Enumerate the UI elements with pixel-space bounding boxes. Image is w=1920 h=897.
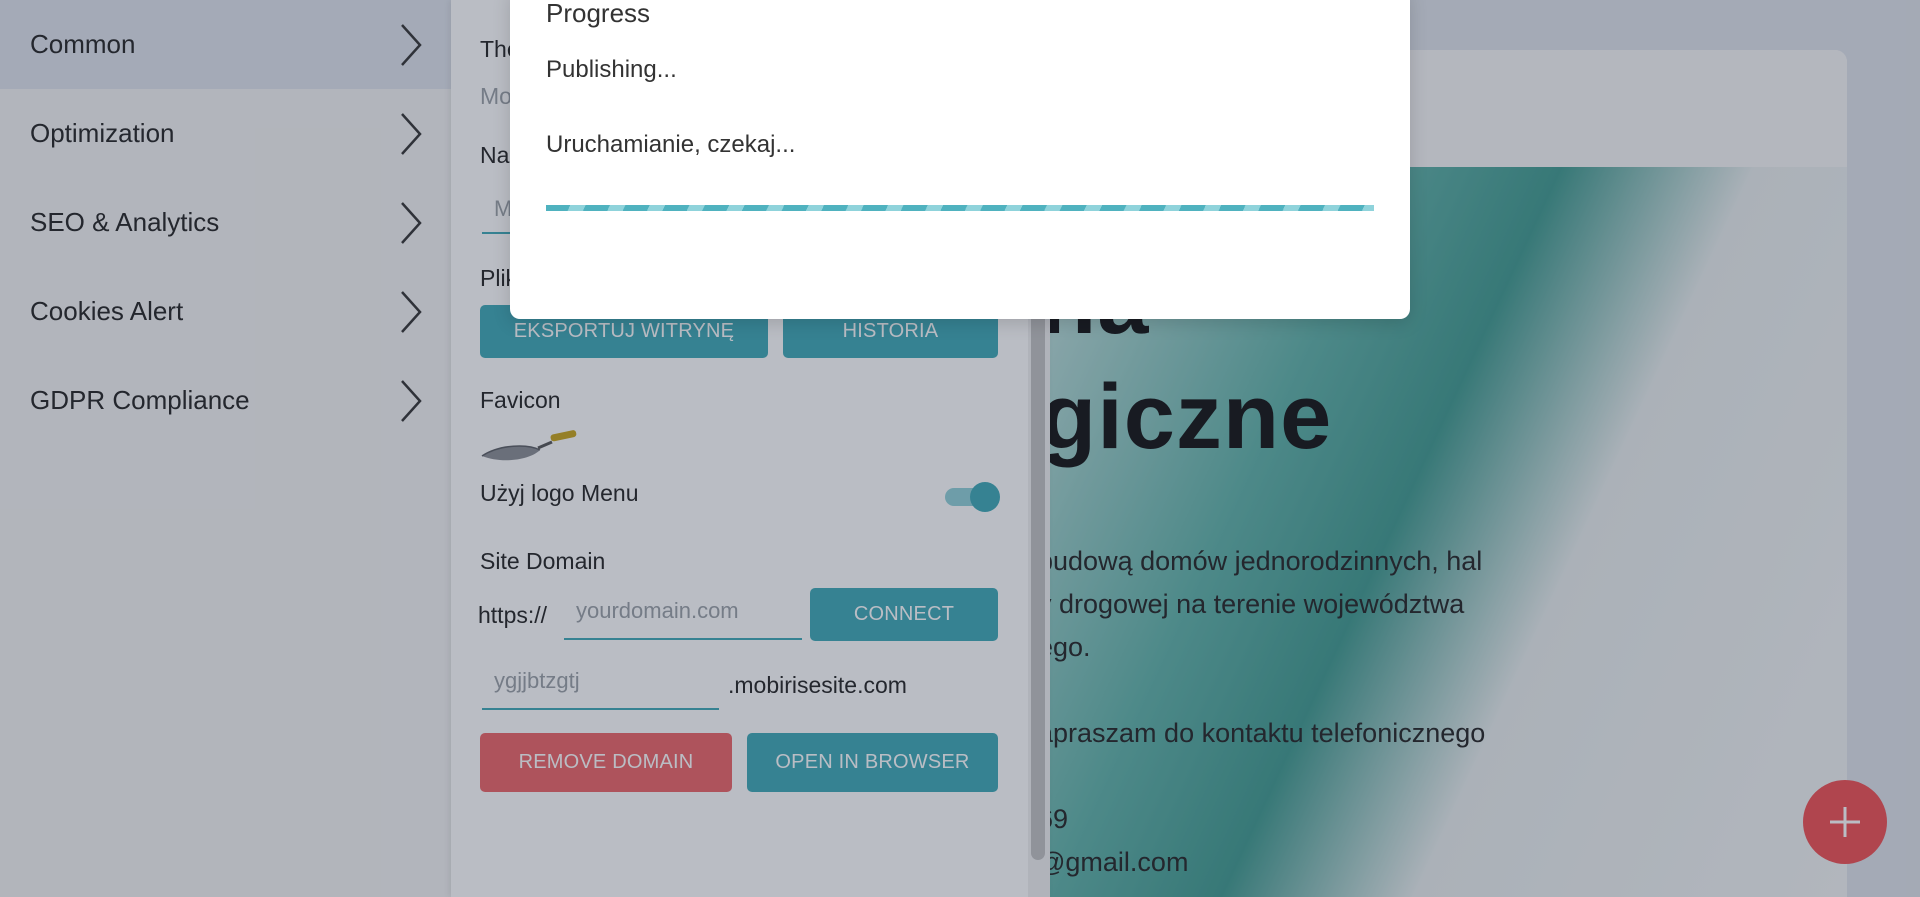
publishing-status: Publishing... [546,56,677,83]
progress-bar [546,205,1374,211]
dialog-title: Progress [546,0,651,28]
progress-dialog: Progress Publishing... Uruchamianie, cze… [510,0,1410,319]
progress-message: Uruchamianie, czekaj... [546,131,796,158]
